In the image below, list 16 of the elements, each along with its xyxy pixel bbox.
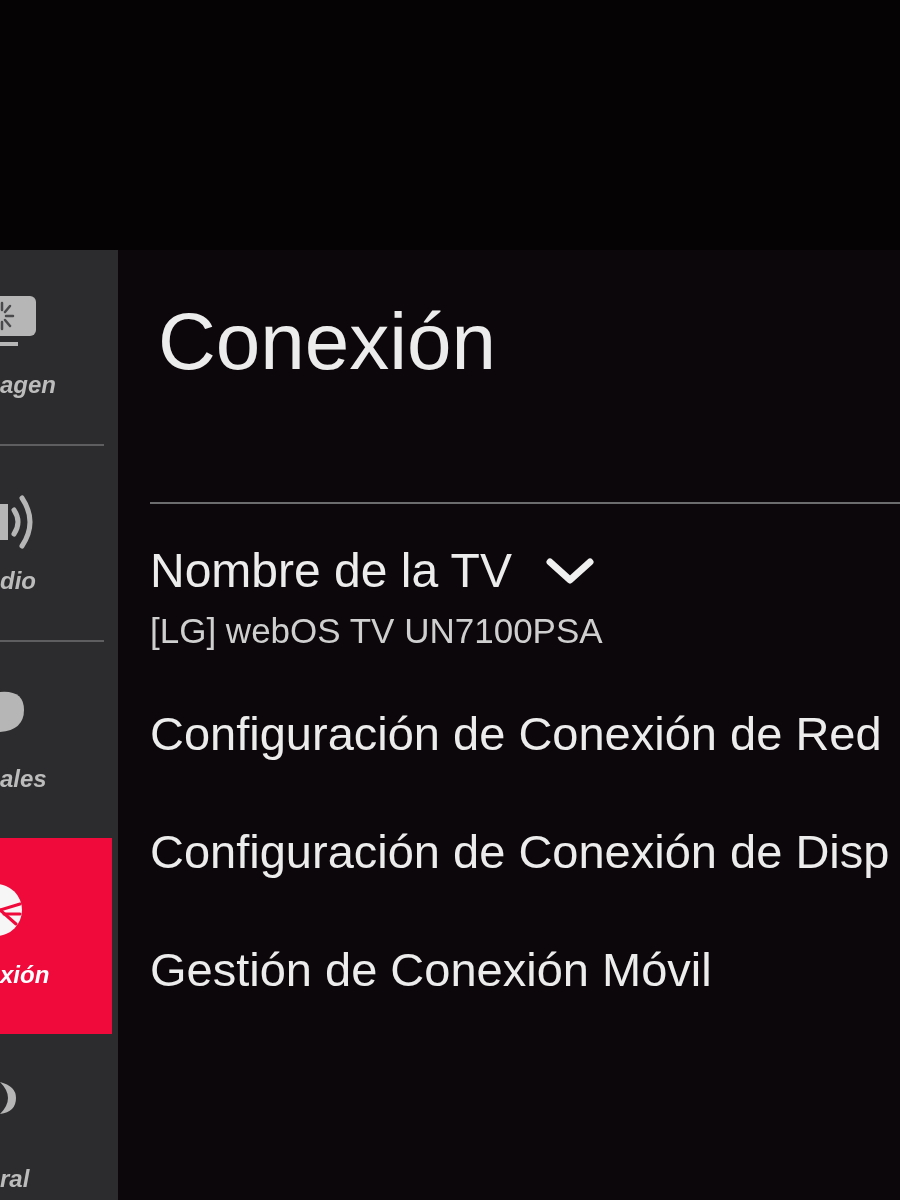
sidebar-item[interactable]: dio: [0, 446, 104, 642]
globe-icon: [0, 884, 22, 936]
chevron-down-icon[interactable]: [545, 558, 594, 584]
monitor-icon: [0, 296, 38, 348]
sidebar-item[interactable]: ales: [0, 642, 118, 838]
crescent-icon: [0, 1080, 16, 1116]
sidebar-label: dio: [0, 567, 36, 596]
sidebar-label: ral: [0, 1165, 30, 1194]
sidebar-label: agen: [0, 371, 56, 400]
sidebar-item[interactable]: ral: [0, 1034, 118, 1200]
setting-value: [LG] webOS TV UN7100PSA: [150, 613, 603, 648]
sidebar-item[interactable]: agen: [0, 250, 104, 446]
page-title: Conexión: [158, 302, 496, 382]
sidebar-label: ales: [0, 765, 47, 794]
setting-label[interactable]: Nombre de la TV: [150, 547, 512, 595]
menu-item[interactable]: Gestión de Conexión Móvil: [150, 946, 712, 993]
